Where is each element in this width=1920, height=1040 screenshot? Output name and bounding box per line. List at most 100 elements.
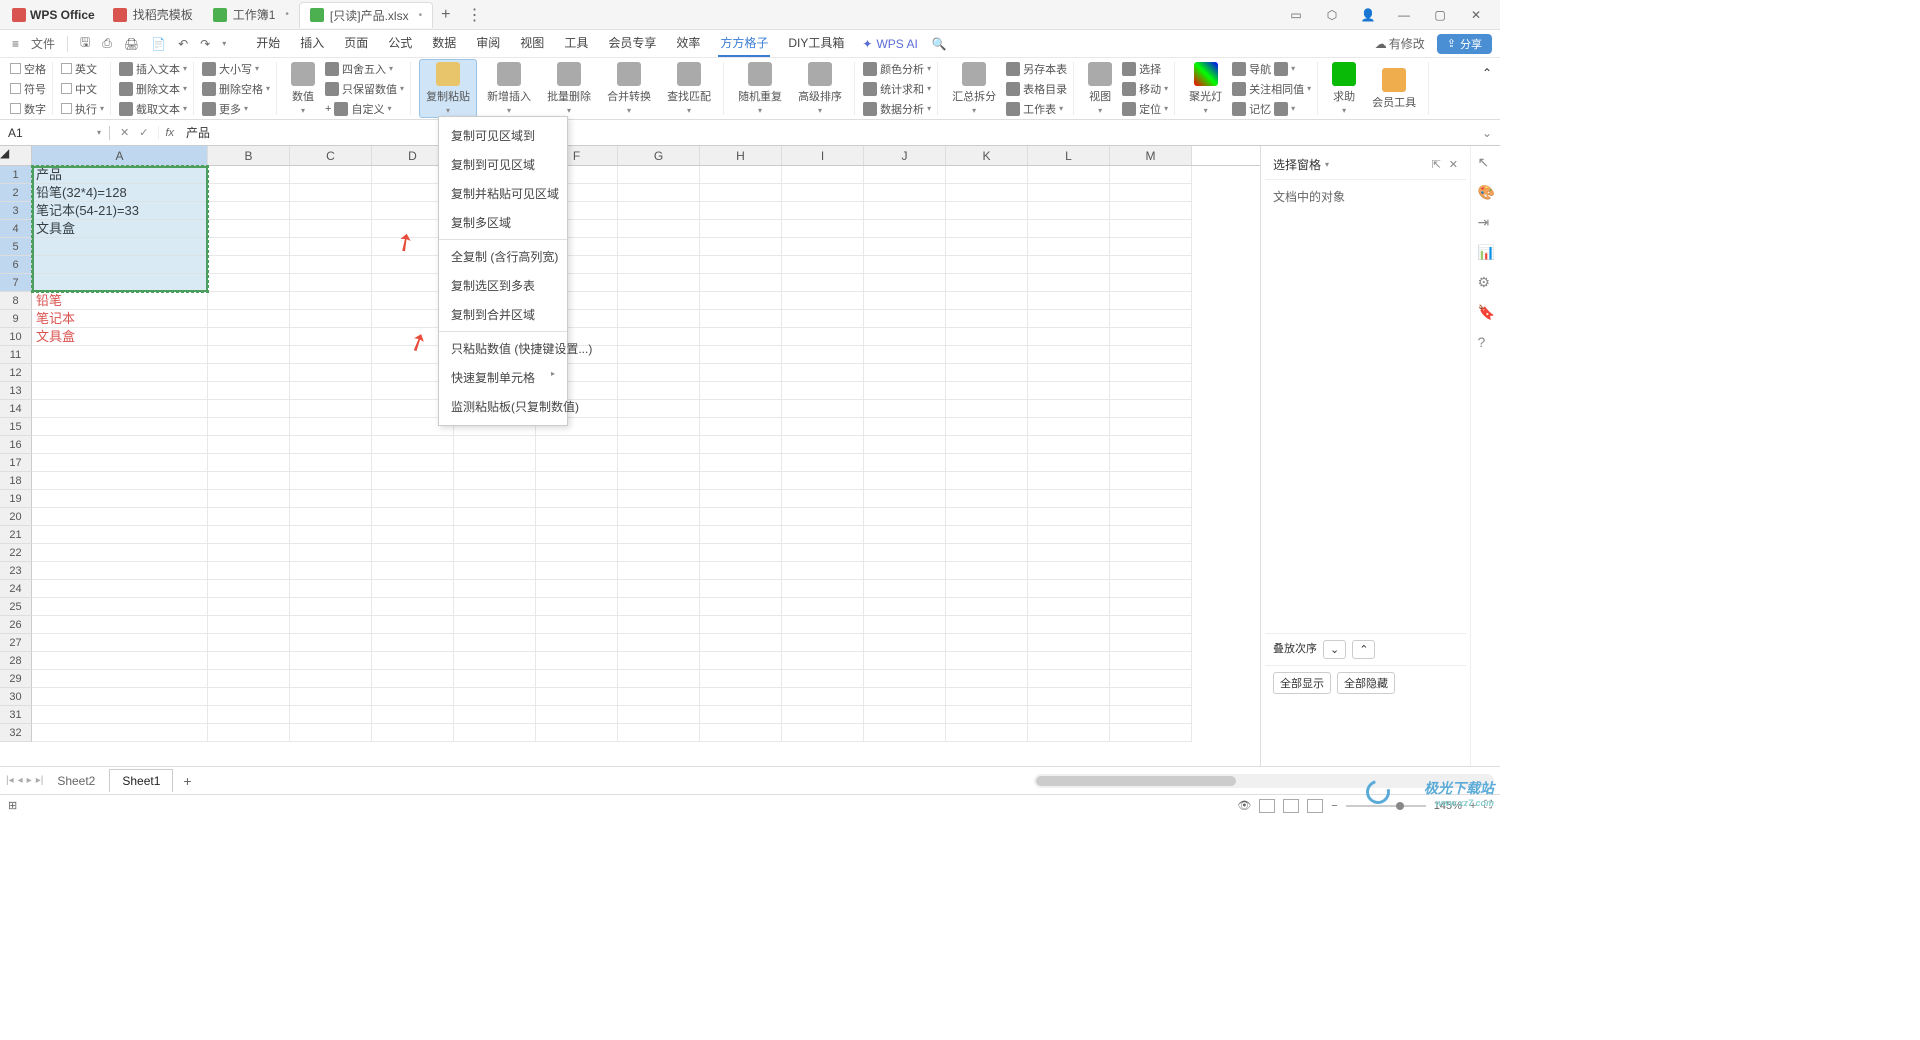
sheet-last-icon[interactable]: ▸| bbox=[36, 775, 44, 786]
values-only-button[interactable]: 只保留数值 ▾ bbox=[325, 79, 404, 99]
cell[interactable] bbox=[32, 508, 208, 526]
more-button[interactable]: 更多 ▾ bbox=[202, 99, 270, 119]
cell[interactable] bbox=[1028, 508, 1110, 526]
zoom-out-icon[interactable]: − bbox=[1331, 800, 1337, 812]
row-header[interactable]: 32 bbox=[0, 724, 32, 742]
cell[interactable] bbox=[700, 616, 782, 634]
column-header[interactable]: G bbox=[618, 146, 700, 165]
cell[interactable] bbox=[208, 310, 290, 328]
cell[interactable] bbox=[32, 616, 208, 634]
cell[interactable] bbox=[1028, 652, 1110, 670]
cell[interactable]: 笔记本 bbox=[32, 310, 208, 328]
cell[interactable] bbox=[208, 652, 290, 670]
cell[interactable] bbox=[1028, 256, 1110, 274]
minimize-icon[interactable]: — bbox=[1392, 8, 1416, 22]
cell[interactable] bbox=[208, 184, 290, 202]
cell[interactable] bbox=[290, 292, 372, 310]
cell[interactable] bbox=[782, 238, 864, 256]
cell[interactable] bbox=[454, 634, 536, 652]
cell[interactable] bbox=[782, 616, 864, 634]
cell[interactable] bbox=[864, 670, 946, 688]
cell[interactable] bbox=[1028, 328, 1110, 346]
cell[interactable] bbox=[618, 382, 700, 400]
cell[interactable] bbox=[700, 256, 782, 274]
find-match-button[interactable]: 查找匹配 ▾ bbox=[661, 60, 717, 117]
column-header[interactable]: H bbox=[700, 146, 782, 165]
row-header[interactable]: 13 bbox=[0, 382, 32, 400]
cell[interactable] bbox=[1028, 166, 1110, 184]
checkbox-execute[interactable]: 执行 ▾ bbox=[61, 99, 104, 119]
cell[interactable] bbox=[864, 544, 946, 562]
cell[interactable] bbox=[372, 526, 454, 544]
cell[interactable] bbox=[1110, 166, 1192, 184]
cell[interactable] bbox=[290, 526, 372, 544]
view-break-icon[interactable] bbox=[1307, 799, 1323, 813]
cell[interactable] bbox=[700, 454, 782, 472]
cell[interactable] bbox=[290, 364, 372, 382]
cell[interactable] bbox=[618, 418, 700, 436]
cell[interactable] bbox=[1028, 220, 1110, 238]
cell[interactable] bbox=[290, 346, 372, 364]
cell[interactable] bbox=[536, 652, 618, 670]
compact-icon[interactable]: ▭ bbox=[1284, 8, 1308, 22]
cell[interactable] bbox=[618, 220, 700, 238]
fx-icon[interactable]: fx bbox=[159, 127, 180, 139]
cell[interactable] bbox=[1028, 472, 1110, 490]
cell[interactable] bbox=[782, 454, 864, 472]
cell[interactable] bbox=[454, 508, 536, 526]
cell[interactable] bbox=[208, 490, 290, 508]
cell[interactable] bbox=[782, 562, 864, 580]
cell[interactable] bbox=[290, 544, 372, 562]
cell[interactable] bbox=[1028, 364, 1110, 382]
cell[interactable] bbox=[536, 544, 618, 562]
dropdown-item[interactable]: 复制可见区域到 bbox=[439, 121, 567, 150]
cell[interactable] bbox=[700, 364, 782, 382]
dropdown-item[interactable]: 复制选区到多表 bbox=[439, 271, 567, 300]
cell[interactable] bbox=[290, 274, 372, 292]
cell[interactable] bbox=[1028, 454, 1110, 472]
cell[interactable] bbox=[700, 562, 782, 580]
cell[interactable] bbox=[32, 364, 208, 382]
cell[interactable] bbox=[32, 526, 208, 544]
color-analysis-button[interactable]: 颜色分析 ▾ bbox=[863, 59, 931, 79]
settings-icon[interactable]: ⚙ bbox=[1478, 274, 1494, 290]
cell[interactable] bbox=[782, 310, 864, 328]
cell[interactable] bbox=[32, 706, 208, 724]
row-header[interactable]: 5 bbox=[0, 238, 32, 256]
cell[interactable] bbox=[782, 364, 864, 382]
cell[interactable] bbox=[946, 184, 1028, 202]
cell[interactable] bbox=[618, 580, 700, 598]
cell[interactable] bbox=[1110, 436, 1192, 454]
cell[interactable] bbox=[372, 598, 454, 616]
cell[interactable] bbox=[290, 382, 372, 400]
column-header[interactable]: L bbox=[1028, 146, 1110, 165]
cell[interactable] bbox=[946, 562, 1028, 580]
cell[interactable] bbox=[208, 436, 290, 454]
menu-tab-方方格子[interactable]: 方方格子 bbox=[718, 30, 770, 57]
row-header[interactable]: 28 bbox=[0, 652, 32, 670]
cell[interactable] bbox=[864, 400, 946, 418]
cell[interactable] bbox=[946, 328, 1028, 346]
cell[interactable] bbox=[946, 580, 1028, 598]
cell[interactable] bbox=[1110, 454, 1192, 472]
cell[interactable] bbox=[700, 220, 782, 238]
cell[interactable] bbox=[618, 436, 700, 454]
cell[interactable] bbox=[700, 598, 782, 616]
move-up-button[interactable]: ⌃ bbox=[1352, 640, 1375, 659]
navigate-button[interactable]: 导航 ▾ bbox=[1232, 59, 1311, 79]
add-sheet-button[interactable]: + bbox=[175, 773, 199, 789]
cell[interactable] bbox=[700, 526, 782, 544]
cell[interactable] bbox=[290, 238, 372, 256]
close-icon[interactable]: • bbox=[285, 9, 289, 20]
cell[interactable] bbox=[946, 436, 1028, 454]
cell[interactable] bbox=[1110, 562, 1192, 580]
cell[interactable] bbox=[1110, 364, 1192, 382]
cell[interactable] bbox=[1110, 598, 1192, 616]
cell[interactable] bbox=[700, 310, 782, 328]
row-header[interactable]: 23 bbox=[0, 562, 32, 580]
cell[interactable] bbox=[1110, 328, 1192, 346]
tab-menu-button[interactable]: ⋮ bbox=[458, 5, 490, 25]
cell[interactable] bbox=[782, 346, 864, 364]
name-box[interactable]: A1 ▾ bbox=[0, 126, 110, 140]
copy-paste-button[interactable]: 复制粘贴 ▾ bbox=[419, 59, 477, 118]
